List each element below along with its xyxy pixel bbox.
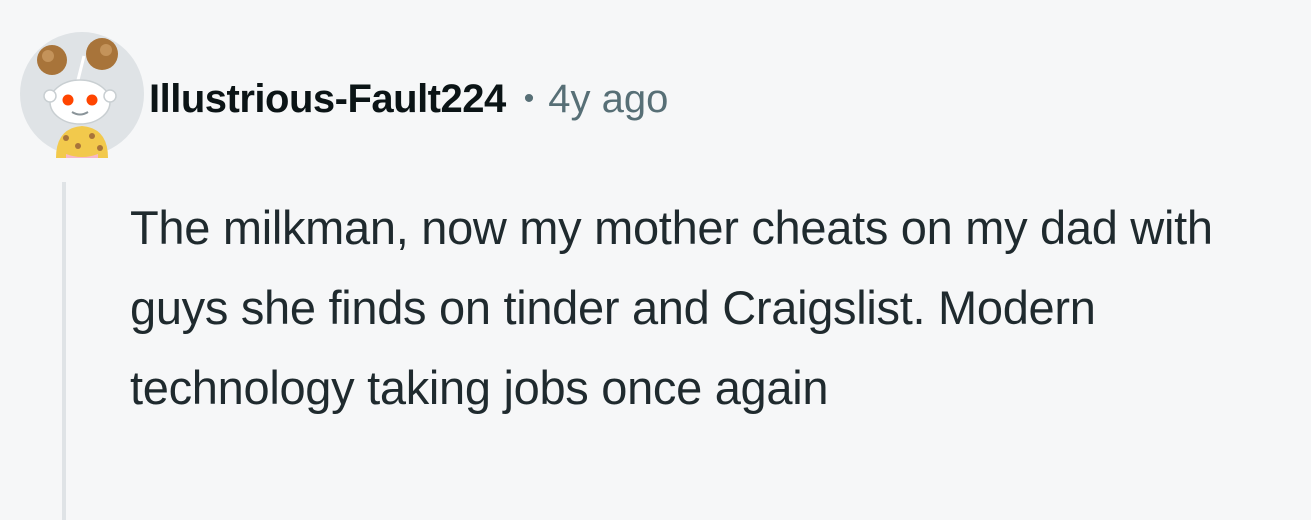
user-avatar[interactable] bbox=[18, 30, 146, 158]
hair-bun-right-highlight bbox=[100, 44, 112, 56]
hair-bun-left-highlight bbox=[42, 50, 54, 62]
username-link[interactable]: Illustrious-Fault224 bbox=[149, 77, 506, 122]
avatar-head bbox=[49, 79, 111, 125]
comment-body: The milkman, now my mother cheats on my … bbox=[130, 201, 1213, 414]
timestamp[interactable]: 4y ago bbox=[548, 77, 668, 122]
thread-line[interactable] bbox=[62, 182, 66, 520]
separator-dot: • bbox=[523, 82, 535, 115]
comment-header: Illustrious-Fault224 • 4y ago bbox=[149, 74, 668, 124]
comment: Illustrious-Fault224 • 4y ago The milkma… bbox=[0, 0, 1311, 520]
avatar-eye-left bbox=[62, 94, 74, 106]
avatar-eye-right bbox=[86, 94, 98, 106]
